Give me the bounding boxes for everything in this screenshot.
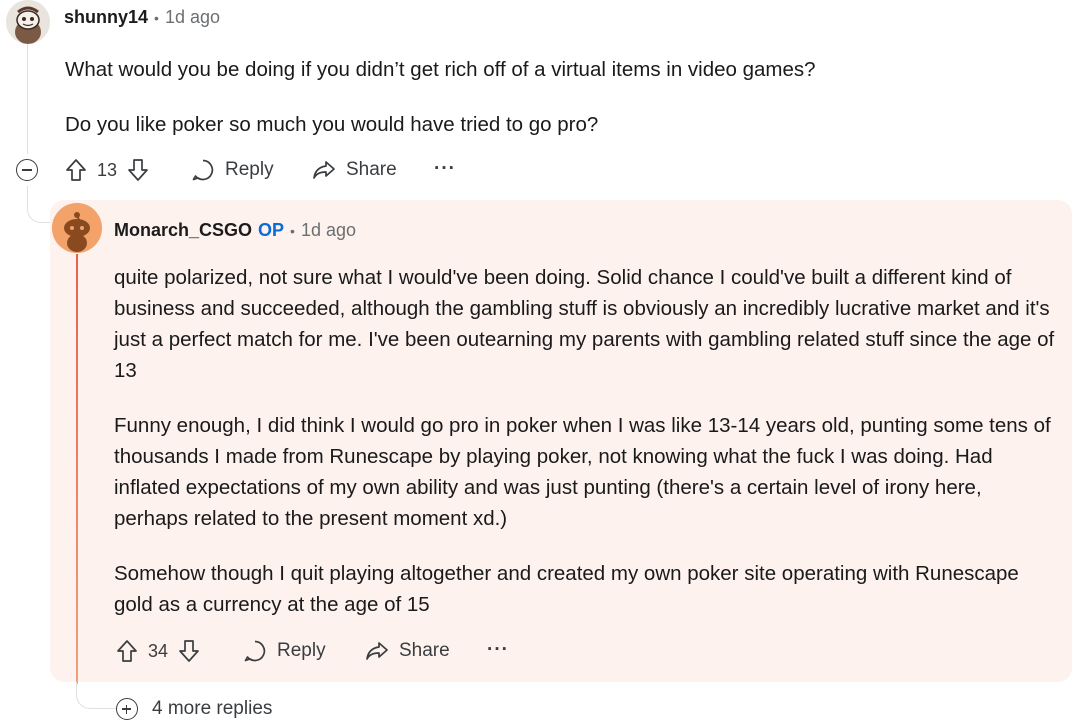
collapse-button[interactable]	[16, 159, 38, 181]
share-arrow-icon	[366, 642, 388, 660]
share-label: Share	[346, 159, 397, 180]
snoo-avatar-icon	[52, 203, 102, 253]
separator-dot: •	[154, 9, 159, 26]
comment-header: Monarch_CSGO OP • 1d ago	[114, 220, 356, 241]
username[interactable]: shunny14	[64, 7, 148, 28]
share-label: Share	[399, 640, 450, 661]
avatar[interactable]	[6, 0, 50, 44]
share-arrow-icon	[313, 161, 335, 179]
timestamp[interactable]: 1d ago	[165, 7, 220, 28]
share-button[interactable]: Share	[312, 158, 397, 182]
share-button[interactable]: Share	[365, 639, 450, 663]
comment-body: What would you be doing if you didn’t ge…	[65, 54, 1055, 140]
more-options-button[interactable]: ···	[434, 158, 456, 180]
op-badge: OP	[258, 220, 285, 240]
comment-paragraph: Funny enough, I did think I would go pro…	[114, 414, 1051, 530]
more-options-button[interactable]: ···	[487, 639, 509, 661]
vote-group: 34	[116, 639, 200, 663]
avatar[interactable]	[52, 203, 102, 253]
separator-dot: •	[290, 222, 295, 239]
reply-button[interactable]: Reply	[243, 639, 326, 663]
comment-paragraph: quite polarized, not sure what I would'v…	[114, 266, 1055, 382]
thread-line-highlight	[76, 254, 78, 684]
vote-count: 13	[97, 159, 118, 180]
comment-header: shunny14 • 1d ago	[64, 7, 220, 28]
arrow-up-icon[interactable]	[65, 158, 87, 182]
minus-circle-icon	[22, 169, 32, 171]
reply-label: Reply	[277, 640, 326, 661]
arrow-down-icon[interactable]	[178, 639, 200, 663]
snoo-avatar-icon	[6, 0, 50, 44]
vote-group: 13	[65, 158, 149, 182]
comment-body: quite polarized, not sure what I would'v…	[114, 262, 1059, 620]
speech-bubble-icon	[192, 159, 214, 181]
arrow-up-icon[interactable]	[116, 639, 138, 663]
reply-button[interactable]: Reply	[191, 158, 274, 182]
comment-paragraph: Do you like poker so much you would have…	[65, 113, 599, 136]
comment-paragraph: What would you be doing if you didn’t ge…	[65, 58, 816, 81]
comment-paragraph: Somehow though I quit playing altogether…	[114, 562, 1019, 616]
speech-bubble-icon	[244, 640, 266, 662]
plus-circle-icon[interactable]	[116, 698, 138, 720]
vote-count: 34	[148, 640, 169, 661]
more-options-icon: ···	[487, 639, 509, 660]
username[interactable]: Monarch_CSGO	[114, 220, 252, 241]
thread-line	[27, 44, 28, 154]
more-replies-link[interactable]: 4 more replies	[152, 698, 272, 720]
timestamp[interactable]: 1d ago	[301, 220, 356, 241]
reply-label: Reply	[225, 159, 274, 180]
arrow-down-icon[interactable]	[127, 158, 149, 182]
more-options-icon: ···	[434, 158, 456, 179]
thread-connector	[76, 682, 117, 709]
